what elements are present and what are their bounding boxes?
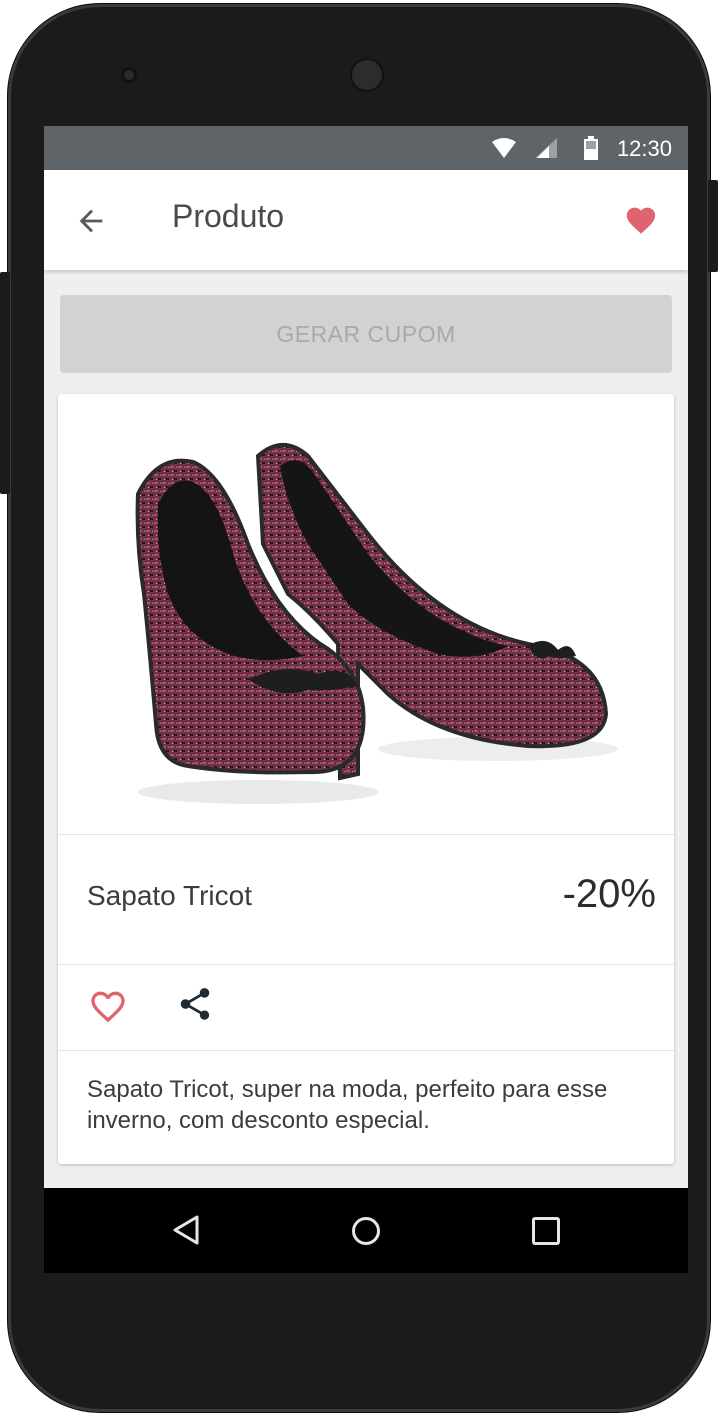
wifi-icon bbox=[492, 138, 516, 158]
nav-back-icon[interactable] bbox=[171, 1214, 201, 1246]
page-title: Produto bbox=[172, 198, 285, 234]
screen: 12:30 Produto GERAR CUPOM Sapato Tricot … bbox=[44, 126, 688, 1273]
power-button bbox=[708, 180, 718, 272]
earpiece-speaker bbox=[350, 58, 384, 92]
share-icon[interactable] bbox=[176, 984, 214, 1024]
divider bbox=[58, 964, 674, 965]
product-image bbox=[135, 443, 618, 804]
product-name: Sapato Tricot bbox=[87, 880, 252, 911]
divider bbox=[58, 834, 674, 835]
product-card: Sapato Tricot -20% Sapato Tricot, super … bbox=[58, 394, 674, 1164]
generate-coupon-button[interactable]: GERAR CUPOM bbox=[60, 295, 672, 373]
discount-badge: -20% bbox=[562, 872, 656, 916]
front-camera bbox=[121, 67, 137, 83]
navigation-bar bbox=[44, 1188, 688, 1273]
status-bar: 12:30 bbox=[44, 126, 688, 170]
battery-icon bbox=[584, 136, 598, 160]
divider bbox=[58, 1050, 674, 1051]
app-bar: Produto bbox=[44, 170, 688, 270]
status-time: 12:30 bbox=[616, 136, 672, 161]
nav-home-icon[interactable] bbox=[350, 1215, 382, 1247]
phone-frame: 12:30 Produto GERAR CUPOM Sapato Tricot … bbox=[8, 4, 710, 1412]
heart-filled-icon[interactable] bbox=[624, 203, 658, 235]
signal-icon bbox=[535, 138, 557, 158]
arrow-back-icon[interactable] bbox=[74, 204, 108, 238]
product-description: Sapato Tricot, super na moda, perfeito p… bbox=[87, 1076, 608, 1134]
heart-outline-icon[interactable] bbox=[88, 986, 128, 1024]
nav-recents-icon[interactable] bbox=[531, 1216, 561, 1246]
volume-button bbox=[0, 272, 10, 494]
